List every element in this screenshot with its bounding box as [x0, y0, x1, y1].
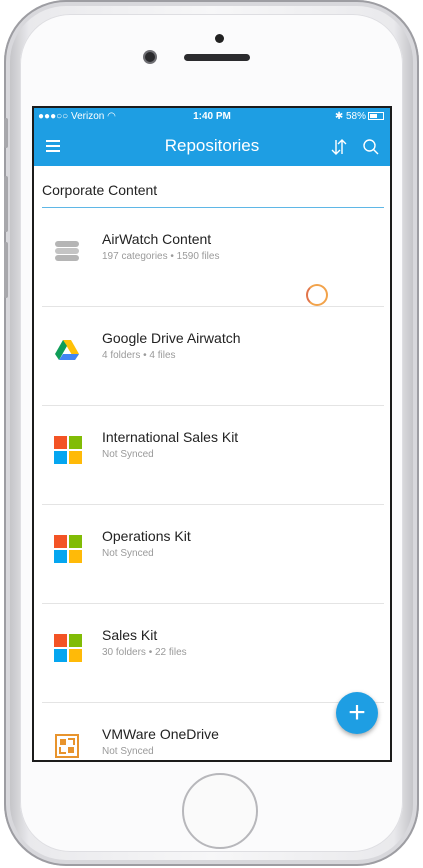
section-header: Corporate Content [34, 166, 390, 208]
bluetooth-icon: ✱ [334, 111, 344, 122]
list-item[interactable]: Operations Kit Not Synced [42, 505, 384, 604]
add-repository-button[interactable]: + [336, 692, 378, 734]
proximity-sensor [215, 34, 224, 43]
sharepoint-icon [54, 634, 82, 662]
repository-meta: 197 categories • 1590 files [102, 251, 220, 262]
app-screen: ●●●○○ Verizon ◠ 1:40 PM ✱ 58% Repositori… [32, 106, 392, 762]
list-item[interactable]: Sales Kit 30 folders • 22 files [42, 604, 384, 703]
front-camera [145, 52, 155, 62]
volume-up-button [4, 176, 8, 232]
database-icon [55, 241, 79, 261]
battery-percent: 58% [345, 111, 366, 122]
repository-list: AirWatch Content 197 categories • 1590 f… [34, 208, 390, 760]
repository-name: Google Drive Airwatch [102, 330, 241, 346]
repository-name: AirWatch Content [102, 231, 212, 247]
sort-icon[interactable] [330, 138, 348, 156]
search-icon[interactable] [362, 138, 380, 156]
repository-meta: Not Synced [102, 449, 154, 460]
status-right: ✱ 58% [335, 111, 384, 122]
sharepoint-icon [54, 535, 82, 563]
volume-down-button [4, 242, 8, 298]
section-title: Corporate Content [42, 182, 158, 198]
repository-name: Operations Kit [102, 528, 191, 544]
list-item[interactable]: VMWare OneDrive Not Synced [42, 703, 384, 760]
list-item[interactable]: AirWatch Content 197 categories • 1590 f… [42, 208, 384, 307]
google-drive-icon [55, 340, 79, 360]
sync-spinner-icon [306, 284, 328, 306]
status-bar: ●●●○○ Verizon ◠ 1:40 PM ✱ 58% [34, 108, 390, 126]
app-bar: Repositories [34, 126, 390, 166]
repository-meta: Not Synced [102, 746, 154, 757]
onedrive-icon [55, 734, 79, 758]
repository-name: Sales Kit [102, 627, 158, 643]
list-item[interactable]: International Sales Kit Not Synced [42, 406, 384, 505]
repository-name: VMWare OneDrive [102, 726, 219, 742]
repository-meta: 30 folders • 22 files [102, 647, 187, 658]
repository-name: International Sales Kit [102, 429, 239, 445]
home-button[interactable] [182, 773, 258, 849]
battery-icon [368, 112, 384, 121]
repository-meta: 4 folders • 4 files [102, 350, 176, 361]
plus-icon: + [348, 696, 366, 729]
list-item[interactable]: Google Drive Airwatch 4 folders • 4 file… [42, 307, 384, 406]
repository-meta: Not Synced [102, 548, 154, 559]
mute-switch [4, 118, 8, 148]
sharepoint-icon [54, 436, 82, 464]
earpiece-speaker [184, 54, 250, 61]
